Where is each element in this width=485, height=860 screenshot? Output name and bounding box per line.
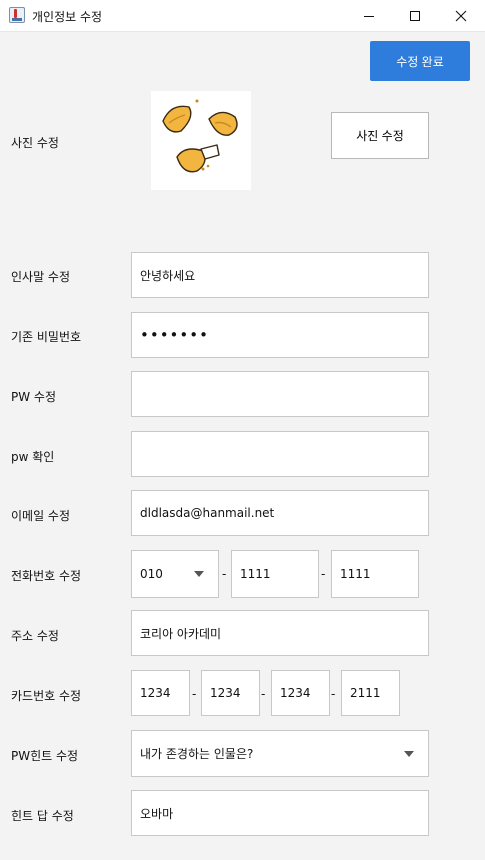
address-label: 주소 수정 [11, 629, 59, 643]
card-number-label: 카드번호 수정 [11, 689, 82, 703]
greeting-input[interactable]: 안녕하세요 [131, 252, 429, 298]
phone-last-input[interactable]: 1111 [331, 550, 419, 598]
maximize-button[interactable] [392, 0, 438, 31]
phone-last-value: 1111 [340, 567, 371, 581]
hint-answer-value: 오바마 [140, 806, 174, 821]
card-separator: - [331, 687, 336, 701]
java-app-icon [9, 7, 25, 23]
new-password-field[interactable] [131, 371, 429, 417]
photo-label: 사진 수정 [11, 136, 59, 150]
hint-answer-input[interactable]: 오바마 [131, 790, 429, 836]
phone-middle-input[interactable]: 1111 [231, 550, 319, 598]
card-separator: - [261, 687, 266, 701]
phone-middle-value: 1111 [240, 567, 271, 581]
phone-separator: - [321, 567, 326, 581]
chevron-down-icon [194, 571, 204, 577]
hint-answer-label: 힌트 답 수정 [11, 809, 74, 823]
card-separator: - [192, 687, 197, 701]
close-icon [455, 10, 467, 21]
pw-hint-label: PW힌트 수정 [11, 749, 79, 763]
confirm-password-field[interactable] [131, 431, 429, 477]
pw-hint-value: 내가 존경하는 인물은? [140, 747, 254, 761]
minimize-icon [364, 15, 374, 17]
save-changes-button[interactable]: 수정 완료 [370, 41, 470, 81]
title-bar: 개인정보 수정 [0, 0, 485, 32]
card-part-2-value: 1234 [210, 686, 241, 700]
chevron-down-icon [404, 750, 414, 757]
card-number-input-4[interactable]: 2111 [341, 670, 400, 716]
current-password-value: ••••••• [140, 325, 209, 344]
email-label: 이메일 수정 [11, 509, 71, 523]
current-password-label: 기존 비밀번호 [11, 330, 82, 344]
phone-prefix-value: 010 [140, 567, 163, 581]
phone-separator: - [222, 567, 227, 581]
fortune-cookie-icon [162, 99, 238, 173]
address-input[interactable]: 코리아 아카데미 [131, 610, 429, 656]
card-part-1-value: 1234 [140, 686, 171, 700]
phone-label: 전화번호 수정 [11, 569, 82, 583]
close-button[interactable] [438, 0, 484, 31]
phone-prefix-select[interactable]: 010 [131, 550, 219, 598]
address-value: 코리아 아카데미 [140, 626, 222, 641]
change-photo-button[interactable]: 사진 수정 [331, 112, 429, 159]
card-number-input-1[interactable]: 1234 [131, 670, 190, 716]
card-number-input-3[interactable]: 1234 [271, 670, 330, 716]
window-title: 개인정보 수정 [32, 10, 103, 24]
greeting-label: 인사말 수정 [11, 270, 71, 284]
confirm-password-label: pw 확인 [11, 450, 55, 464]
card-part-4-value: 2111 [350, 686, 381, 700]
card-part-3-value: 1234 [280, 686, 311, 700]
greeting-value: 안녕하세요 [140, 268, 196, 283]
new-password-label: PW 수정 [11, 390, 56, 404]
pw-hint-select[interactable]: 내가 존경하는 인물은? [131, 730, 429, 777]
email-value: dldlasda@hanmail.net [140, 506, 275, 520]
profile-photo [151, 91, 251, 190]
current-password-field[interactable]: ••••••• [131, 312, 429, 358]
maximize-icon [410, 10, 420, 21]
email-field[interactable]: dldlasda@hanmail.net [131, 490, 429, 536]
minimize-button[interactable] [346, 0, 392, 31]
card-number-input-2[interactable]: 1234 [201, 670, 260, 716]
